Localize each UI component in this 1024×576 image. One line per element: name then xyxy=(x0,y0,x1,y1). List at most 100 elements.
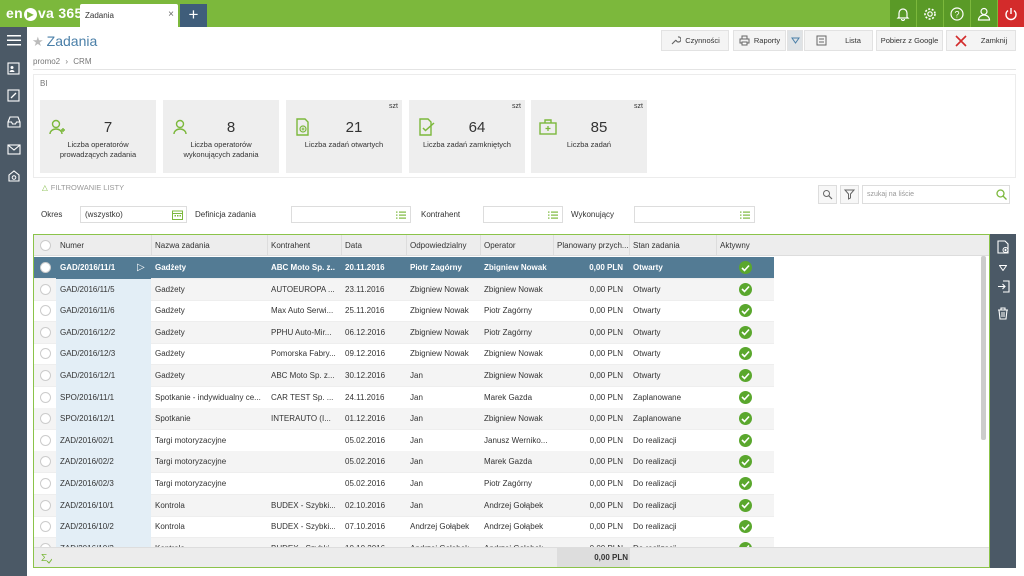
import-button[interactable] xyxy=(996,279,1010,293)
calendar-icon[interactable] xyxy=(172,210,183,220)
header-col-kontrahent[interactable]: Kontrahent xyxy=(271,241,341,250)
row-select-radio[interactable] xyxy=(40,262,51,273)
grid-scrollbar[interactable] xyxy=(981,256,986,440)
favorite-star-icon[interactable]: ★ xyxy=(32,34,44,49)
row-select-radio[interactable] xyxy=(40,391,51,403)
cell-operator: Marek Gazda xyxy=(484,392,533,402)
sidebar-item-documents[interactable] xyxy=(6,88,21,102)
kontrahent-field[interactable] xyxy=(483,206,563,223)
list-picker-icon[interactable] xyxy=(548,211,558,219)
header-col-data[interactable]: Data xyxy=(345,241,407,250)
wykonujacy-field[interactable] xyxy=(634,206,755,223)
row-select-radio[interactable] xyxy=(40,348,51,360)
search-options-button[interactable] xyxy=(818,185,837,204)
bi-card-closed-tasks[interactable]: szt 64 Liczba zadań zamkniętych xyxy=(409,100,525,173)
summary-icon[interactable]: Σ xyxy=(40,552,52,564)
table-row[interactable]: ZAD/2016/02/2 Targi motoryzacyjne 05.02.20… xyxy=(34,451,774,474)
table-row[interactable]: SPO/2016/12/1 Spotkanie INTERAUTO (I... 01.… xyxy=(34,408,774,431)
header-divider[interactable] xyxy=(629,235,630,256)
row-select-radio[interactable] xyxy=(40,305,51,317)
definicja-field[interactable] xyxy=(291,206,411,223)
header-col-aktywny[interactable]: Aktywny xyxy=(720,241,770,250)
row-select-radio[interactable] xyxy=(40,499,51,511)
okres-field[interactable]: (wszystko) xyxy=(80,206,187,223)
table-row[interactable]: GAD/2016/12/1 Gadżety ABC Moto Sp. z... 30.… xyxy=(34,365,774,387)
bi-card-unit: szt xyxy=(389,103,398,110)
table-row[interactable]: ZAD/2016/10/2 Kontrola BUDEX - Szybki... 07… xyxy=(34,516,774,539)
search-icon[interactable] xyxy=(996,189,1007,200)
table-row[interactable]: GAD/2016/11/5 Gadżety AUTOEUROPA ... 23.11.… xyxy=(34,278,774,301)
select-all-radio[interactable] xyxy=(40,240,51,251)
cell-data: 24.11.2016 xyxy=(345,392,385,402)
menu-button[interactable] xyxy=(6,33,21,47)
header-col-planowany[interactable]: Planowany przych... xyxy=(557,241,629,250)
row-select-radio[interactable] xyxy=(40,521,51,533)
new-tab-button[interactable]: + xyxy=(180,4,207,27)
add-dropdown-button[interactable] xyxy=(996,261,1010,275)
table-row[interactable]: GAD/2016/11/1 Gadżety ABC Moto Sp. z... 20.… xyxy=(34,257,774,279)
tab-close-icon[interactable]: × xyxy=(168,9,174,20)
header-divider[interactable] xyxy=(267,235,268,256)
list-picker-icon[interactable] xyxy=(396,211,406,219)
app-logo[interactable]: en ▶ va 365 xyxy=(6,5,83,21)
delete-button[interactable] xyxy=(996,306,1010,320)
help-button[interactable]: ? xyxy=(944,0,970,27)
cell-stan: Do realizacji xyxy=(633,522,677,532)
zamknij-button[interactable]: Zamknij xyxy=(946,30,1016,51)
raporty-dropdown-button[interactable] xyxy=(787,30,803,51)
bi-card-operators-executing[interactable]: 8 Liczba operatorów wykonujących zadania xyxy=(163,100,279,173)
sidebar-item-workflow[interactable] xyxy=(6,169,21,183)
header-col-numer[interactable]: Numer xyxy=(60,241,150,250)
row-select-radio[interactable] xyxy=(40,370,51,381)
add-task-button[interactable] xyxy=(996,240,1010,254)
pobierz-z-google-button[interactable]: Pobierz z Google xyxy=(876,30,943,51)
sidebar-item-contacts[interactable] xyxy=(6,61,21,75)
header-divider[interactable] xyxy=(716,235,717,256)
lista-button[interactable]: Lista xyxy=(804,30,873,51)
row-select-radio[interactable] xyxy=(40,478,51,489)
row-select-radio[interactable] xyxy=(40,456,51,468)
table-row[interactable]: ZAD/2016/02/3 Targi motoryzacyjne 05.02.20… xyxy=(34,473,774,495)
filter-clear-button[interactable] xyxy=(840,185,859,204)
bi-card-open-tasks[interactable]: szt 21 Liczba zadań otwartych xyxy=(286,100,402,173)
notifications-button[interactable] xyxy=(890,0,916,27)
table-row[interactable]: ZAD/2016/10/1 Kontrola BUDEX - Szybki... 02… xyxy=(34,494,774,517)
header-col-odpowiedzialny[interactable]: Odpowiedzialny xyxy=(410,241,480,250)
sidebar-item-inbox[interactable] xyxy=(6,115,21,129)
row-select-radio[interactable] xyxy=(40,283,51,295)
okres-value: (wszystko) xyxy=(85,210,123,219)
header-col-operator[interactable]: Operator xyxy=(484,241,554,250)
header-divider[interactable] xyxy=(341,235,342,256)
breadcrumb-item-crm[interactable]: CRM xyxy=(73,57,91,66)
table-row[interactable]: GAD/2016/12/2 Gadżety PPHU Auto-Mir... 06.1… xyxy=(34,321,774,344)
sidebar-item-mail[interactable] xyxy=(6,142,21,156)
header-col-stan[interactable]: Stan zadania xyxy=(633,241,715,250)
bi-card-operators-leading[interactable]: 7 Liczba operatorów prowadzących zadania xyxy=(40,100,156,173)
search-settings-icon xyxy=(823,190,833,200)
header-divider[interactable] xyxy=(553,235,554,256)
user-button[interactable] xyxy=(971,0,997,27)
header-divider[interactable] xyxy=(406,235,407,256)
breadcrumb-item-promo2[interactable]: promo2 xyxy=(33,57,60,66)
bi-card-all-tasks[interactable]: szt 85 Liczba zadań xyxy=(531,100,647,173)
tab-zadania[interactable]: Zadania × xyxy=(80,4,178,27)
header-divider[interactable] xyxy=(151,235,152,256)
header-col-nazwa[interactable]: Nazwa zadania xyxy=(155,241,267,250)
logout-button[interactable] xyxy=(998,0,1024,27)
cell-stan: Do realizacji xyxy=(633,479,677,488)
header-divider[interactable] xyxy=(480,235,481,256)
filter-section-title[interactable]: △ FILTROWANIE LISTY xyxy=(42,183,124,192)
table-row[interactable]: SPO/2016/11/1 Spotkanie - indywidualny ce… xyxy=(34,386,774,409)
settings-button[interactable] xyxy=(917,0,943,27)
row-select-radio[interactable] xyxy=(40,326,51,338)
search-input[interactable]: szukaj na liście xyxy=(862,185,1010,204)
table-row[interactable]: GAD/2016/12/3 Gadżety Pomorska Fabry... 09.… xyxy=(34,343,774,366)
row-select-radio[interactable] xyxy=(40,413,51,425)
raporty-button[interactable]: Raporty xyxy=(733,30,786,51)
table-row[interactable]: GAD/2016/11/6 Gadżety Max Auto Serwi... 25.… xyxy=(34,300,774,323)
table-row[interactable]: ZAD/2016/02/1 Targi motoryzacyjne 05.02.20… xyxy=(34,429,774,452)
cell-nazwa: Gadżety xyxy=(155,263,187,272)
row-select-radio[interactable] xyxy=(40,434,51,446)
czynnosci-button[interactable]: Czynności xyxy=(661,30,729,51)
list-picker-icon[interactable] xyxy=(740,211,750,219)
